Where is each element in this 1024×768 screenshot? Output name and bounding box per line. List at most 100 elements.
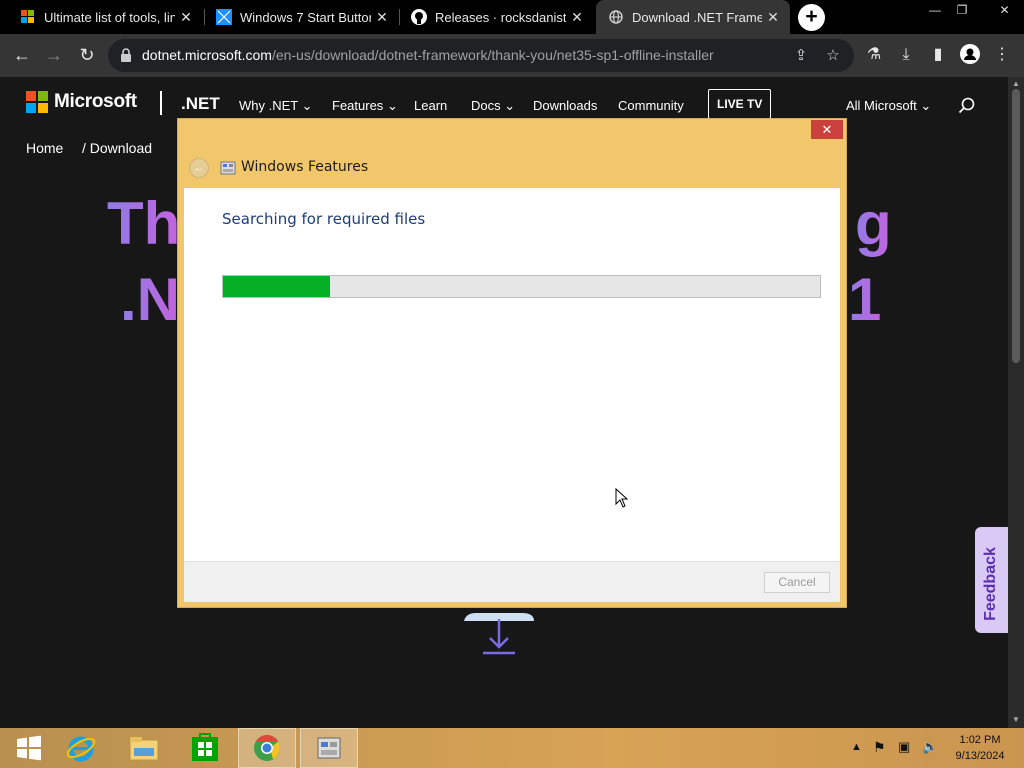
taskbar-internet-explorer[interactable] (52, 728, 110, 768)
windows-features-icon (317, 737, 341, 759)
nav-docs[interactable]: Docs ⌄ (471, 98, 515, 114)
chevron-down-icon: ⌄ (301, 98, 313, 113)
profile-icon[interactable] (959, 44, 981, 66)
progress-bar (222, 275, 821, 298)
scroll-down-icon[interactable]: ▼ (1008, 715, 1024, 724)
action-center-flag-icon[interactable]: ⚑ (873, 739, 886, 756)
cancel-button[interactable]: Cancel (764, 572, 830, 593)
chevron-down-icon: ⌄ (504, 98, 516, 113)
feedback-button[interactable]: Feedback (975, 527, 1008, 633)
chevron-down-icon: ⌄ (920, 98, 932, 113)
page-scrollbar[interactable]: ▲ ▼ (1008, 77, 1024, 728)
close-tab-icon[interactable]: ✕ (371, 9, 393, 26)
github-icon (411, 9, 427, 25)
nav-why-net[interactable]: Why .NET ⌄ (239, 98, 313, 114)
close-tab-icon[interactable]: ✕ (762, 9, 784, 26)
all-microsoft-menu[interactable]: All Microsoft ⌄ (846, 98, 931, 114)
scroll-up-icon[interactable]: ▲ (1008, 79, 1024, 88)
address-bar[interactable]: dotnet.microsoft.com/en-us/download/dotn… (108, 39, 854, 72)
microsoft-logo[interactable]: Microsoft (26, 91, 137, 113)
download-illustration-icon (464, 613, 534, 655)
live-tv-button[interactable]: LIVE TV (708, 89, 772, 119)
status-text: Searching for required files (222, 210, 426, 228)
system-clock[interactable]: 1:02 PM 9/13/2024 (947, 732, 1013, 764)
nav-label: All Microsoft (846, 98, 917, 113)
browser-tab-strip: Ultimate list of tools, lin ✕ Windows 7 … (0, 0, 1024, 34)
nav-community[interactable]: Community (618, 98, 684, 113)
close-tab-icon[interactable]: ✕ (175, 9, 197, 26)
close-tab-icon[interactable]: ✕ (566, 9, 588, 26)
chrome-icon (254, 734, 280, 761)
forward-icon[interactable]: → (41, 43, 67, 69)
clock-date: 9/13/2024 (955, 750, 1005, 762)
internet-explorer-icon (66, 736, 96, 762)
windows-flag-icon (20, 9, 36, 25)
nav-features[interactable]: Features ⌄ (332, 98, 398, 114)
mouse-cursor-icon (615, 488, 629, 508)
tab-title: Windows 7 Start Button (240, 9, 371, 25)
windows-features-dialog: ✕ ← Windows Features Searching for requi… (177, 118, 847, 608)
scrollbar-thumb[interactable] (1012, 89, 1020, 363)
back-arrow-icon[interactable]: ← (189, 158, 209, 178)
dialog-title: Windows Features (241, 159, 369, 175)
tab-ultimate-list[interactable]: Ultimate list of tools, lin ✕ (0, 0, 203, 34)
start-button[interactable] (0, 728, 58, 768)
tab-download-net-framework[interactable]: Download .NET Framew ✕ (596, 0, 790, 34)
tab-releases-rocksdanister[interactable]: Releases · rocksdanister ✕ (391, 0, 594, 34)
network-icon[interactable]: ▣ (898, 739, 910, 755)
globe-icon (608, 9, 624, 25)
restore-icon[interactable]: ❐ (947, 0, 977, 22)
taskbar-chrome[interactable] (238, 728, 296, 768)
tab-title: Releases · rocksdanister (435, 9, 566, 25)
tab-windows-7-start-button[interactable]: Windows 7 Start Button ✕ (196, 0, 399, 34)
windows-taskbar: ▲ ⚑ ▣ 🔈 1:02 PM 9/13/2024 (0, 728, 1024, 768)
brand-name: Microsoft (54, 91, 137, 112)
breadcrumb-download[interactable]: / Download (82, 140, 152, 156)
side-panel-icon[interactable]: ▮ (927, 44, 949, 66)
reload-icon[interactable]: ↻ (74, 43, 100, 69)
nav-label: Docs (471, 98, 501, 113)
taskbar-file-explorer[interactable] (115, 728, 173, 768)
dialog-close-button[interactable]: ✕ (811, 120, 843, 139)
windows-tile-icon (216, 9, 232, 25)
taskbar-store[interactable] (176, 728, 234, 768)
close-window-icon[interactable]: ✕ (985, 0, 1024, 22)
nav-label: Features (332, 98, 384, 113)
menu-kebab-icon[interactable]: ⋮ (991, 44, 1013, 66)
bookmark-star-icon[interactable]: ☆ (824, 47, 842, 65)
tab-title: Ultimate list of tools, lin (44, 9, 175, 25)
windows-features-icon (220, 161, 236, 175)
nav-learn[interactable]: Learn (414, 98, 447, 113)
minimize-icon[interactable]: — (920, 0, 950, 22)
store-icon (192, 733, 218, 761)
file-explorer-icon (129, 737, 159, 761)
dialog-footer: Cancel (184, 561, 840, 602)
new-tab-button[interactable]: + (798, 4, 825, 31)
progress-fill (223, 276, 331, 297)
chevron-down-icon: ⌄ (386, 98, 398, 113)
labs-flask-icon[interactable]: ⚗ (863, 44, 885, 66)
url-path: /en-us/download/dotnet-framework/thank-y… (271, 47, 714, 63)
url-domain: dotnet.microsoft.com (142, 47, 272, 63)
nav-label: Why .NET (239, 98, 298, 113)
breadcrumb-home[interactable]: Home (26, 140, 63, 156)
hero-heading-fragment: g (855, 190, 892, 257)
taskbar-windows-features[interactable] (300, 728, 358, 768)
lock-icon (121, 48, 131, 62)
show-hidden-icons-icon[interactable]: ▲ (851, 741, 862, 753)
share-icon[interactable]: ⇪ (792, 47, 810, 65)
microsoft-logo-icon (26, 91, 48, 113)
hero-heading-fragment: .N (120, 266, 180, 333)
header-divider (160, 91, 162, 115)
product-name[interactable]: .NET (181, 94, 220, 114)
search-icon[interactable] (958, 97, 976, 115)
hero-heading-fragment: 1 (848, 266, 882, 333)
volume-muted-icon[interactable]: 🔈 (922, 739, 938, 755)
clock-time: 1:02 PM (959, 734, 1001, 746)
url-text: dotnet.microsoft.com/en-us/download/dotn… (142, 47, 714, 63)
download-icon[interactable]: ⤓ (895, 44, 917, 66)
nav-downloads[interactable]: Downloads (533, 98, 597, 113)
tab-title: Download .NET Framew (632, 9, 762, 25)
start-icon (17, 735, 41, 761)
back-icon[interactable]: ← (9, 43, 35, 69)
